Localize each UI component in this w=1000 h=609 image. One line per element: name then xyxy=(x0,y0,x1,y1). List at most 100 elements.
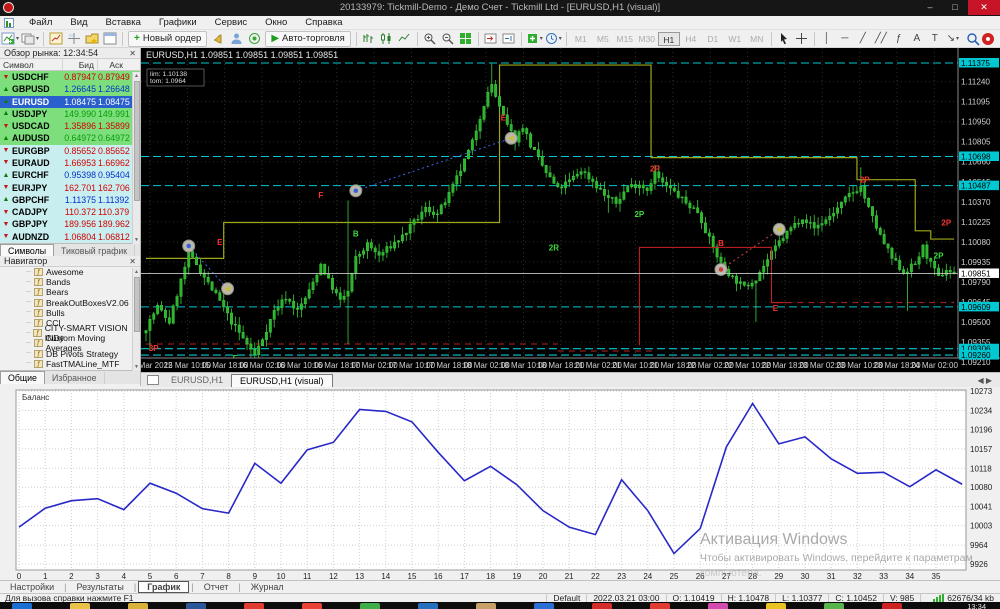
zoom-out-button[interactable] xyxy=(439,31,457,47)
symbol-row-usdcad[interactable]: ▼ USDCAD 1.35896 1.35899 xyxy=(0,120,140,133)
symbol-row-gbpjpy[interactable]: ▼ GBPJPY 189.956 189.962 xyxy=(0,218,140,231)
taskbar-icon-folder[interactable] xyxy=(128,603,148,609)
bar-chart-button[interactable] xyxy=(360,31,378,47)
symbol-row-gbpchf[interactable]: ▲ GBPCHF 1.11375 1.11392 xyxy=(0,193,140,206)
add-indicator-button[interactable]: ▾ xyxy=(525,31,544,47)
menu-item-графики[interactable]: Графики xyxy=(150,16,206,30)
zoom-in-button[interactable] xyxy=(421,31,439,47)
tab-scroll-arrows[interactable]: ◀ ▶ xyxy=(977,376,992,387)
profiles-button[interactable]: ▾ xyxy=(20,31,40,47)
menu-item-вставка[interactable]: Вставка xyxy=(97,16,150,30)
cursor-button[interactable] xyxy=(775,31,793,47)
menu-item-справка[interactable]: Справка xyxy=(296,16,351,30)
menu-item-файл[interactable]: Файл xyxy=(20,16,61,30)
text-label-icon[interactable]: T xyxy=(926,31,944,47)
scroll-down-icon[interactable]: ▼ xyxy=(133,363,140,371)
minimize-button[interactable]: – xyxy=(918,0,942,15)
period-button-h4[interactable]: H4 xyxy=(680,32,702,46)
new-chart-button[interactable]: ▾ xyxy=(0,31,20,47)
navigator-item[interactable]: ─ ƒ Custom Moving Averages xyxy=(12,333,140,353)
taskbar-icon-word-doc[interactable] xyxy=(534,603,554,609)
column-symbol[interactable]: Символ xyxy=(0,59,63,70)
period-button-w1[interactable]: W1 xyxy=(724,32,746,46)
menu-item-окно[interactable]: Окно xyxy=(256,16,296,30)
new-order-button[interactable]: + Новый ордер xyxy=(128,30,208,47)
taskbar-icon-chrome[interactable] xyxy=(302,603,322,609)
period-button-m1[interactable]: M1 xyxy=(570,32,592,46)
horizontal-line-icon[interactable]: ─ xyxy=(836,31,854,47)
text-icon[interactable]: A xyxy=(908,31,926,47)
taskbar-icon-word[interactable] xyxy=(186,603,206,609)
column-bid[interactable]: Бид xyxy=(63,59,98,70)
auto-scroll-button[interactable] xyxy=(482,31,500,47)
chart-tab[interactable]: EURUSD,H1 xyxy=(163,374,231,387)
period-button-m30[interactable]: M30 xyxy=(636,32,658,46)
taskbar-icon-paint[interactable] xyxy=(476,603,496,609)
equidistant-channel-icon[interactable]: ╱╱ xyxy=(872,31,890,47)
tester-tab-1[interactable]: Результаты xyxy=(66,582,133,592)
scroll-up-icon[interactable]: ▲ xyxy=(133,72,140,80)
symbol-row-usdchf[interactable]: ▼ USDCHF 0.87947 0.87949 xyxy=(0,71,140,84)
navigator-item[interactable]: ─ ƒ Awesome xyxy=(12,267,140,277)
market-watch-scrollbar[interactable]: ▲ ▼ xyxy=(132,72,140,244)
taskbar-icon-downloader[interactable] xyxy=(592,603,612,609)
symbol-row-cadjpy[interactable]: ▼ CADJPY 110.372 110.379 xyxy=(0,205,140,219)
scroll-down-icon[interactable]: ▼ xyxy=(133,236,140,244)
navigator-scrollbar[interactable]: ▲ ▼ xyxy=(132,268,140,371)
vertical-line-icon[interactable]: │ xyxy=(818,31,836,47)
line-chart-button[interactable] xyxy=(396,31,414,47)
tile-windows-button[interactable] xyxy=(457,31,475,47)
period-menu-button[interactable]: ▾ xyxy=(544,31,563,47)
taskbar-icon-explorer[interactable] xyxy=(70,603,90,609)
taskbar-icon-yandex[interactable] xyxy=(650,603,670,609)
chart-shift-button[interactable] xyxy=(500,31,518,47)
taskbar-icon-opera[interactable] xyxy=(244,603,264,609)
navigator-item[interactable]: ─ ƒ Bulls xyxy=(12,308,140,318)
navigator-tab-common[interactable]: Общие xyxy=(0,371,45,384)
navigator-item[interactable]: ─ ƒ BreakOutBoxesV2.06 xyxy=(12,298,140,308)
scroll-up-icon[interactable]: ▲ xyxy=(133,268,140,276)
tester-tab-2[interactable]: График xyxy=(138,581,190,593)
symbol-row-audnzd[interactable]: ▼ AUDNZD 1.06804 1.06812 xyxy=(0,230,140,243)
experts-button[interactable] xyxy=(227,31,245,47)
symbol-row-eurchf[interactable]: ▲ EURCHF 0.95398 0.95404 xyxy=(0,169,140,182)
taskbar-icon-display[interactable] xyxy=(360,603,380,609)
period-button-m15[interactable]: M15 xyxy=(614,32,636,46)
navigator-close-icon[interactable]: ✕ xyxy=(129,257,136,266)
column-ask[interactable]: Аск xyxy=(98,59,126,70)
navigator-tab-favorites[interactable]: Избранное xyxy=(45,372,105,384)
price-chart[interactable]: 3PEEFBE2R2P2PBE2P2P2P1.112401.110951.109… xyxy=(141,48,1000,372)
taskbar-icon-powershell[interactable] xyxy=(418,603,438,609)
navigator-item[interactable]: ─ ƒ Bands xyxy=(12,277,140,287)
search-button[interactable] xyxy=(964,31,982,47)
close-button[interactable]: ✕ xyxy=(968,0,1000,15)
chart-tab[interactable]: EURUSD,H1 (visual) xyxy=(231,374,333,387)
alerts-button[interactable] xyxy=(209,31,227,47)
menu-item-сервис[interactable]: Сервис xyxy=(206,16,257,30)
taskbar-clock[interactable]: 13:34 xyxy=(967,602,986,609)
period-button-m5[interactable]: M5 xyxy=(592,32,614,46)
balance-chart[interactable]: Баланс1027310234101961015710118100801004… xyxy=(0,387,1000,580)
news-button[interactable] xyxy=(245,31,263,47)
menu-item-вид[interactable]: Вид xyxy=(61,16,96,30)
navigator-item[interactable]: ─ ƒ FastTMALine_MTF xyxy=(12,359,140,369)
taskbar-icon-app-yellow[interactable] xyxy=(766,603,786,609)
tester-tab-0[interactable]: Настройки xyxy=(0,582,64,592)
period-button-d1[interactable]: D1 xyxy=(702,32,724,46)
taskbar-icon-start[interactable] xyxy=(12,603,32,609)
notifications-icon[interactable] xyxy=(982,32,994,45)
symbol-row-euraud[interactable]: ▼ EURAUD 1.66953 1.66962 xyxy=(0,156,140,170)
trendline-icon[interactable]: ╱ xyxy=(854,31,872,47)
symbol-row-eurjpy[interactable]: ▼ EURJPY 162.701 162.706 xyxy=(0,181,140,194)
auto-trading-button[interactable]: ▶ Авто-торговля xyxy=(265,30,351,47)
market-watch-close-icon[interactable]: ✕ xyxy=(129,49,136,58)
chart-list-icon[interactable] xyxy=(147,375,159,385)
taskbar-icon-app-red[interactable] xyxy=(882,603,902,609)
market-watch-panel-button[interactable] xyxy=(47,31,65,47)
symbol-row-usdjpy[interactable]: ▲ USDJPY 149.990 149.991 xyxy=(0,107,140,121)
crosshair-button[interactable] xyxy=(793,31,811,47)
fibonacci-icon[interactable]: ƒ xyxy=(890,31,908,47)
symbol-row-eurgbp[interactable]: ▼ EURGBP 0.85652 0.85652 xyxy=(0,144,140,157)
period-button-h1[interactable]: H1 xyxy=(657,31,680,46)
candlestick-chart-button[interactable] xyxy=(378,31,396,47)
